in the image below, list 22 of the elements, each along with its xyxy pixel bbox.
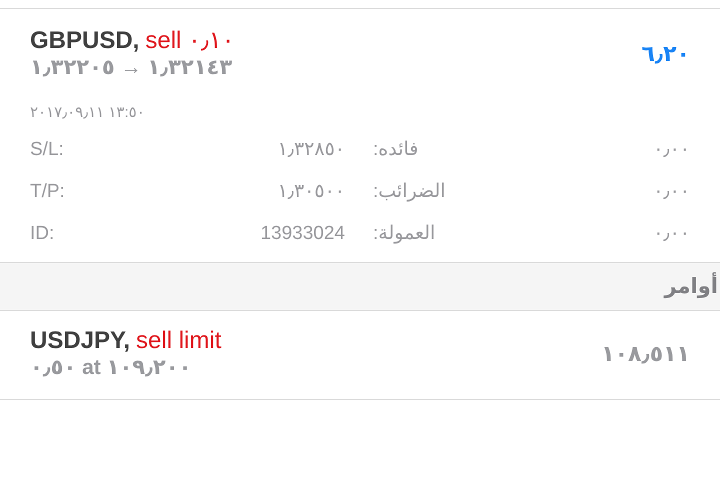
detail-label: ID:: [30, 222, 56, 246]
order-volume-price: ٠٫٥٠ at ١٠٩٫٢٠٠: [30, 355, 192, 381]
symbol-label: GBPUSD,: [30, 27, 140, 54]
detail-value: ٠٫٠٠: [653, 180, 690, 204]
detail-label: فائده:: [373, 138, 418, 162]
detail-label: T/P:: [30, 180, 66, 204]
trade-label: sell ٠٫١٠: [145, 27, 235, 54]
section-title: أوامر: [664, 272, 718, 300]
profit-value: ٦٫٢٠: [641, 41, 690, 67]
detail-value: ١٫٣٢٨٥٠: [276, 138, 345, 162]
detail-value: ٠٫٠٠: [653, 138, 690, 162]
symbol-label: USDJPY,: [30, 327, 130, 354]
price-range: ١٫٣٢١٤٣ → ١٫٣٢٢٠٥: [30, 55, 234, 81]
trade-label: sell limit: [136, 327, 222, 354]
detail-label: العمولة:: [373, 222, 436, 246]
detail-label: الضرائب:: [373, 180, 446, 204]
current-price: ١٠٨٫٥١١: [601, 341, 690, 367]
detail-value: ١٫٣٠٥٠٠: [276, 180, 345, 204]
open-time: ١٣:٥٠ ٢٠١٧٫٠٩٫١١: [30, 103, 145, 121]
detail-value: 13933024: [259, 222, 345, 246]
detail-value: ٠٫٠٠: [653, 222, 690, 246]
detail-label: S/L:: [30, 138, 65, 162]
